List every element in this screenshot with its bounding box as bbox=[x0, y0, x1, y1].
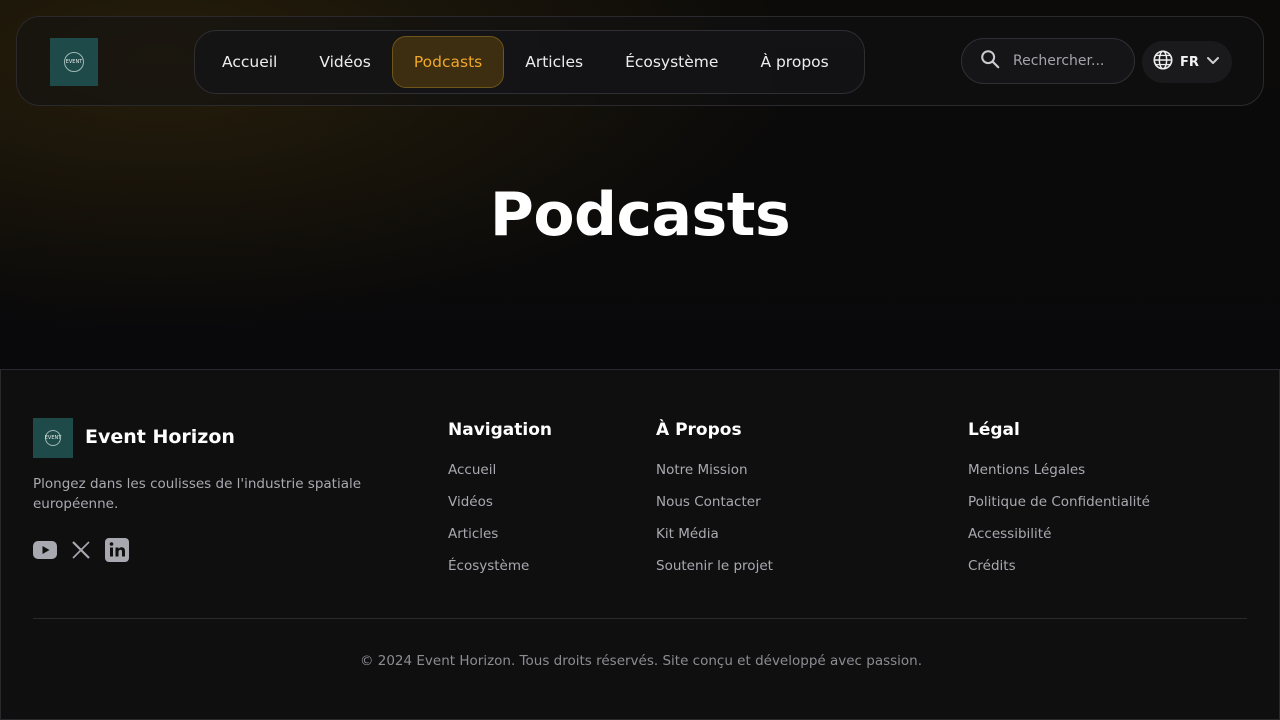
footer-link[interactable]: Politique de Confidentialité bbox=[968, 492, 1150, 524]
footer-link[interactable]: Accessibilité bbox=[968, 524, 1150, 556]
nav-item-videos[interactable]: Vidéos bbox=[298, 36, 392, 88]
nav-item-podcasts[interactable]: Podcasts bbox=[391, 36, 505, 88]
footer-tagline: Plongez dans les coulisses de l'industri… bbox=[33, 476, 362, 512]
copyright-text: © 2024 Event Horizon. Tous droits réserv… bbox=[359, 653, 923, 669]
footer-link[interactable]: Écosystème bbox=[448, 556, 552, 588]
footer-col-title: Légal bbox=[968, 420, 1020, 440]
footer-link[interactable]: Notre Mission bbox=[656, 460, 773, 492]
footer-col-title: Navigation bbox=[448, 420, 552, 440]
site-header: EVENT Accueil Vidéos Podcasts Articles É… bbox=[16, 16, 1264, 106]
footer-link[interactable]: Articles bbox=[448, 524, 552, 556]
globe-icon bbox=[1152, 49, 1174, 75]
nav-item-a-propos[interactable]: À propos bbox=[739, 36, 849, 88]
nav-item-articles[interactable]: Articles bbox=[504, 36, 604, 88]
nav-item-accueil[interactable]: Accueil bbox=[201, 36, 298, 88]
logo-emblem: EVENT bbox=[64, 52, 84, 72]
search-icon bbox=[979, 48, 1001, 74]
footer-col-navigation: Navigation Accueil Vidéos Articles Écosy… bbox=[448, 420, 552, 588]
footer-logo-emblem: EVENT bbox=[45, 430, 61, 446]
site-footer: EVENT Event Horizon Plongez dans les cou… bbox=[0, 369, 1280, 720]
site-logo[interactable]: EVENT bbox=[50, 38, 98, 86]
footer-brand: Event Horizon bbox=[85, 426, 235, 448]
footer-link[interactable]: Mentions Légales bbox=[968, 460, 1150, 492]
footer-link[interactable]: Accueil bbox=[448, 460, 552, 492]
nav-item-ecosysteme[interactable]: Écosystème bbox=[604, 36, 739, 88]
language-selector[interactable]: FR bbox=[1142, 41, 1232, 83]
footer-divider bbox=[33, 618, 1247, 619]
footer-link[interactable]: Crédits bbox=[968, 556, 1150, 588]
footer-link[interactable]: Kit Média bbox=[656, 524, 773, 556]
footer-logo-text: EVENT bbox=[44, 435, 62, 441]
youtube-icon[interactable] bbox=[33, 541, 57, 563]
footer-link[interactable]: Nous Contacter bbox=[656, 492, 773, 524]
footer-link[interactable]: Soutenir le projet bbox=[656, 556, 773, 588]
main-nav: Accueil Vidéos Podcasts Articles Écosyst… bbox=[194, 30, 865, 94]
search-box[interactable] bbox=[961, 38, 1135, 84]
footer-link[interactable]: Vidéos bbox=[448, 492, 552, 524]
footer-logo[interactable]: EVENT bbox=[33, 418, 73, 458]
footer-col-legal: Légal Mentions Légales Politique de Conf… bbox=[968, 420, 1150, 588]
linkedin-icon[interactable] bbox=[105, 538, 129, 566]
footer-col-title: À Propos bbox=[656, 420, 742, 440]
x-icon[interactable] bbox=[71, 540, 91, 564]
language-code: FR bbox=[1180, 54, 1199, 70]
chevron-down-icon bbox=[1205, 52, 1221, 72]
social-links bbox=[33, 538, 129, 566]
page-title: Podcasts bbox=[489, 180, 791, 250]
logo-text: EVENT bbox=[65, 59, 83, 65]
search-input[interactable] bbox=[1013, 53, 1123, 69]
footer-col-a-propos: À Propos Notre Mission Nous Contacter Ki… bbox=[656, 420, 773, 588]
